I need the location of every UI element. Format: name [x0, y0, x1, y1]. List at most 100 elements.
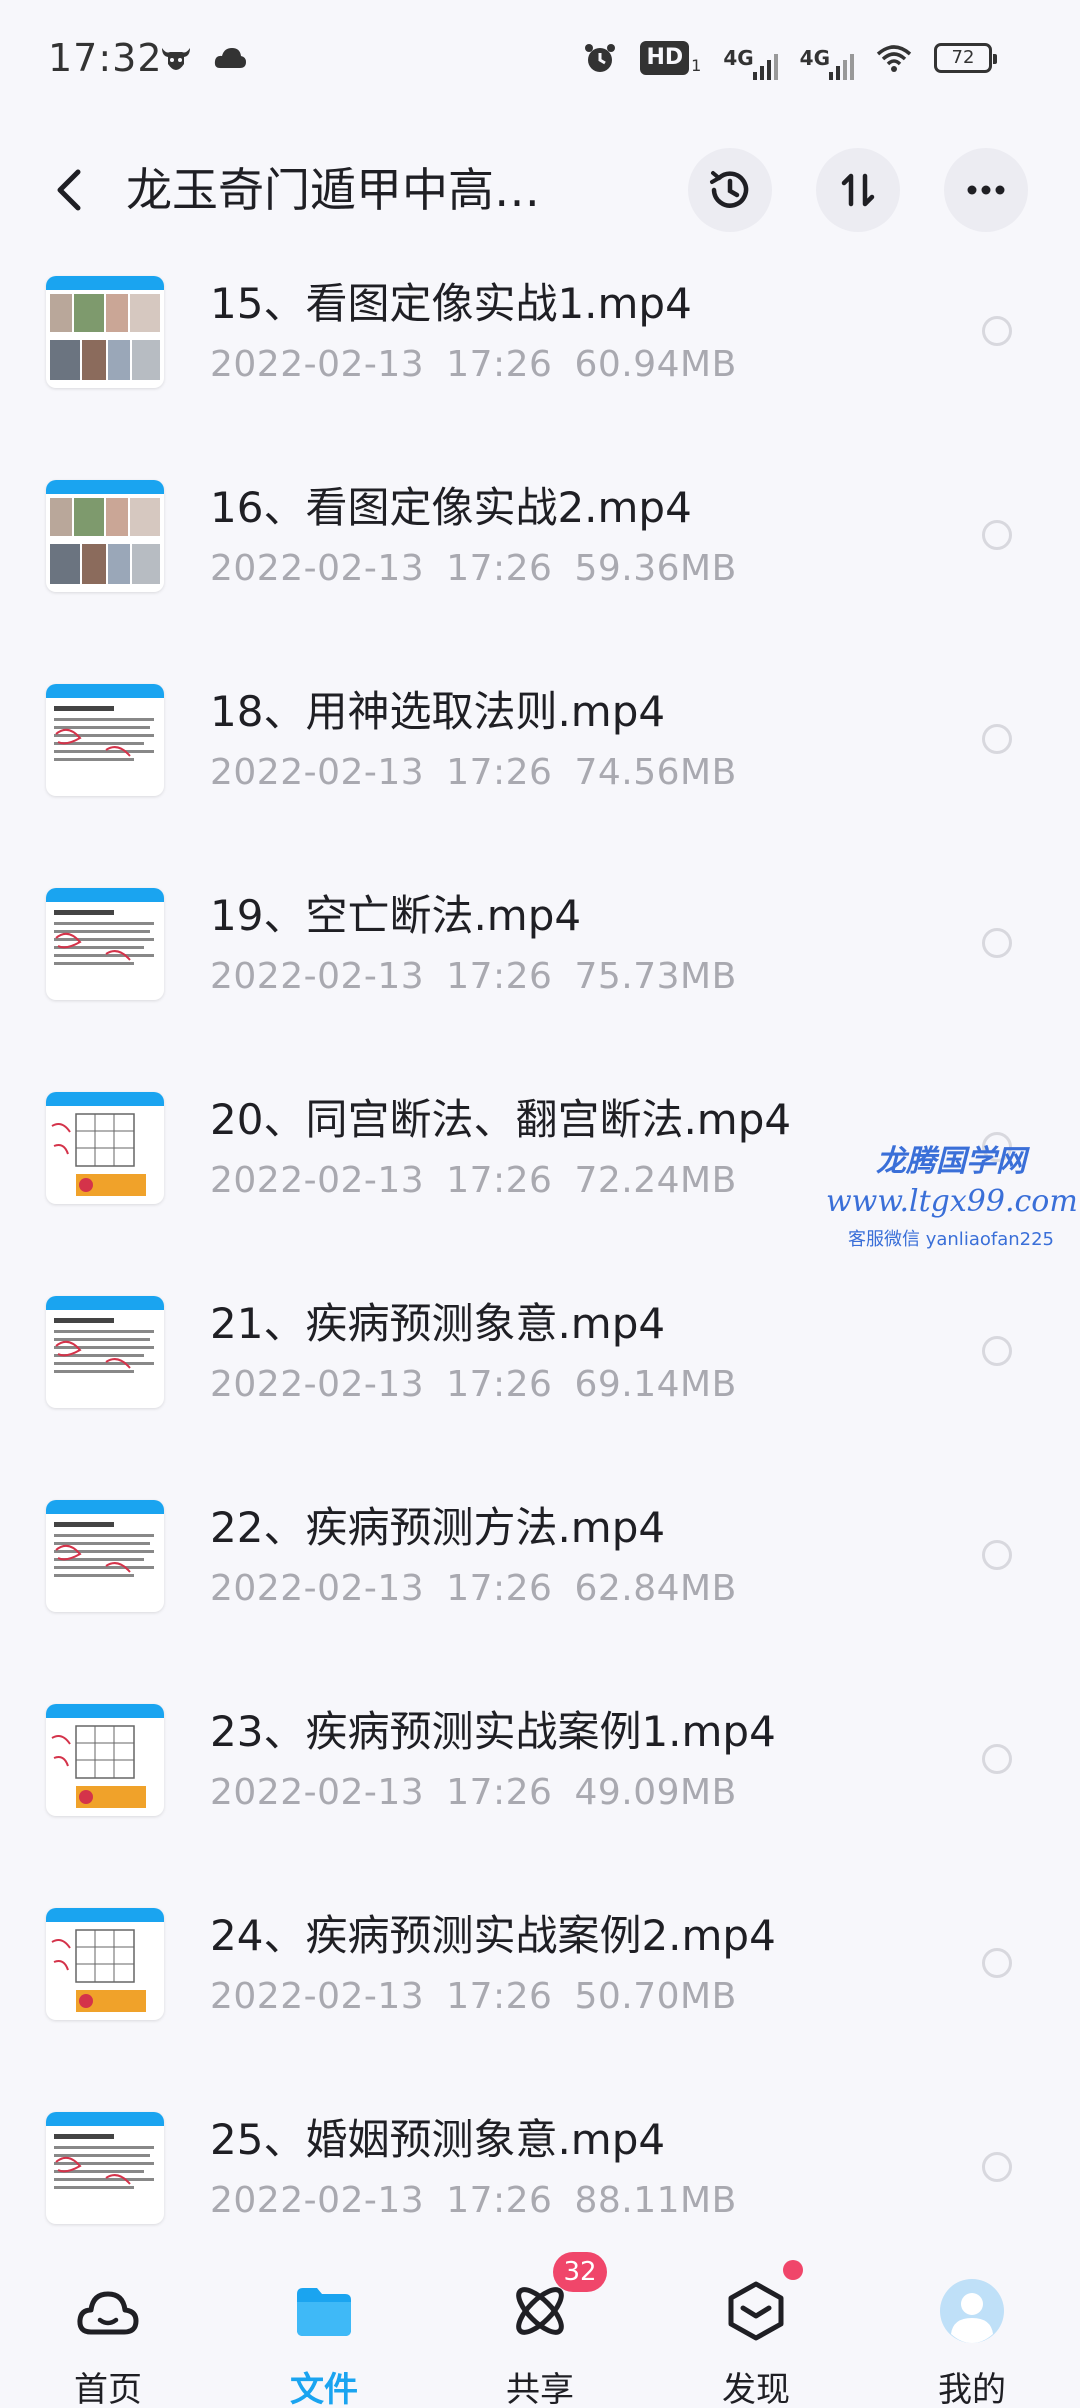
status-time: 17:32: [48, 36, 163, 80]
file-size: 69.14MB: [574, 1364, 737, 1405]
nav-share-label: 共享: [506, 2370, 574, 2408]
file-row[interactable]: 24、疾病预测实战案例2.mp4 2022-02-13 17:26 50.70MB: [0, 1898, 1080, 2102]
thumbnail-header: [46, 480, 164, 494]
select-radio[interactable]: [982, 1540, 1012, 1570]
select-radio[interactable]: [982, 1948, 1012, 1978]
nav-home[interactable]: 首页: [38, 2276, 178, 2408]
back-button[interactable]: [40, 160, 100, 220]
file-size: 49.09MB: [574, 1772, 737, 1813]
select-radio[interactable]: [982, 316, 1012, 346]
video-thumbnail[interactable]: [46, 480, 164, 592]
file-name[interactable]: 18、用神选取法则.mp4: [210, 684, 665, 740]
signal-4g-1: 4G: [723, 46, 778, 80]
select-radio[interactable]: [982, 520, 1012, 550]
more-icon: [967, 185, 1005, 195]
video-thumbnail[interactable]: [46, 2112, 164, 2224]
video-thumbnail[interactable]: [46, 1908, 164, 2020]
file-date: 2022-02-13: [210, 344, 425, 385]
file-row[interactable]: 15、看图定像实战1.mp4 2022-02-13 17:26 60.94MB: [0, 266, 1080, 470]
file-size: 60.94MB: [574, 344, 737, 385]
file-date: 2022-02-13: [210, 956, 425, 997]
file-size: 74.56MB: [574, 752, 737, 793]
file-name[interactable]: 19、空亡断法.mp4: [210, 888, 581, 944]
video-thumbnail[interactable]: [46, 888, 164, 1000]
file-row[interactable]: 23、疾病预测实战案例1.mp4 2022-02-13 17:26 49.09MB: [0, 1694, 1080, 1898]
file-name[interactable]: 25、婚姻预测象意.mp4: [210, 2112, 665, 2168]
file-list: 15、看图定像实战1.mp4 2022-02-13 17:26 60.94MB 16、看…: [0, 266, 1080, 2306]
signal-bars-icon: [829, 54, 854, 80]
file-row[interactable]: 16、看图定像实战2.mp4 2022-02-13 17:26 59.36MB: [0, 470, 1080, 674]
share-badge: 32: [553, 2252, 607, 2292]
net-type-1: 4G: [723, 46, 754, 70]
file-name[interactable]: 24、疾病预测实战案例2.mp4: [210, 1908, 776, 1964]
file-date: 2022-02-13: [210, 1364, 425, 1405]
file-date: 2022-02-13: [210, 1976, 425, 2017]
file-size: 62.84MB: [574, 1568, 737, 1609]
signal-4g-2: 4G: [800, 48, 854, 80]
file-row[interactable]: 21、疾病预测象意.mp4 2022-02-13 17:26 69.14MB: [0, 1286, 1080, 1490]
file-meta: 2022-02-13 17:26 49.09MB: [210, 1770, 737, 1816]
file-name[interactable]: 21、疾病预测象意.mp4: [210, 1296, 665, 1352]
thumbnail-header: [46, 1500, 164, 1514]
video-thumbnail[interactable]: [46, 684, 164, 796]
video-thumbnail[interactable]: [46, 1296, 164, 1408]
file-date: 2022-02-13: [210, 752, 425, 793]
file-meta: 2022-02-13 17:26 59.36MB: [210, 546, 737, 592]
more-button[interactable]: [944, 148, 1028, 232]
hd-indicator: HD 1: [640, 41, 701, 75]
thumbnail-header: [46, 2112, 164, 2126]
file-size: 75.73MB: [574, 956, 737, 997]
select-radio[interactable]: [982, 1744, 1012, 1774]
file-time: 17:26: [446, 1364, 553, 1405]
select-radio[interactable]: [982, 928, 1012, 958]
select-radio[interactable]: [982, 2152, 1012, 2182]
video-thumbnail[interactable]: [46, 1704, 164, 1816]
status-bar: 17:32 HD 1 4G 4G 72: [0, 0, 1080, 120]
file-time: 17:26: [446, 1772, 553, 1813]
file-meta: 2022-02-13 17:26 60.94MB: [210, 342, 737, 388]
nav-share[interactable]: 32 共享: [470, 2252, 610, 2408]
file-time: 17:26: [446, 1568, 553, 1609]
cloud-status-icon: [214, 48, 246, 68]
thumbnail-header: [46, 1092, 164, 1106]
thumbnail-header: [46, 1704, 164, 1718]
file-time: 17:26: [446, 1976, 553, 2017]
file-time: 17:26: [446, 956, 553, 997]
file-name[interactable]: 23、疾病预测实战案例1.mp4: [210, 1704, 776, 1760]
file-row[interactable]: 22、疾病预测方法.mp4 2022-02-13 17:26 62.84MB: [0, 1490, 1080, 1694]
file-meta: 2022-02-13 17:26 75.73MB: [210, 954, 737, 1000]
file-date: 2022-02-13: [210, 1568, 425, 1609]
watermark-contact: 客服微信 yanliaofan225: [848, 1229, 1054, 1250]
select-radio[interactable]: [982, 724, 1012, 754]
thumbnail-header: [46, 888, 164, 902]
alarm-icon: [585, 44, 616, 72]
file-meta: 2022-02-13 17:26 74.56MB: [210, 750, 737, 796]
nav-me[interactable]: 我的: [902, 2276, 1042, 2408]
thumbnail-header: [46, 276, 164, 290]
file-size: 72.24MB: [574, 1160, 737, 1201]
video-thumbnail[interactable]: [46, 1500, 164, 1612]
file-time: 17:26: [446, 344, 553, 385]
select-radio[interactable]: [982, 1336, 1012, 1366]
video-thumbnail[interactable]: [46, 1092, 164, 1204]
thumbnail-header: [46, 1296, 164, 1310]
hd-badge: HD: [640, 41, 690, 75]
sort-icon: [841, 173, 875, 207]
sort-button[interactable]: [816, 148, 900, 232]
file-size: 50.70MB: [574, 1976, 737, 2017]
video-thumbnail[interactable]: [46, 276, 164, 388]
file-name[interactable]: 15、看图定像实战1.mp4: [210, 276, 692, 332]
history-icon: [710, 171, 749, 208]
file-name[interactable]: 16、看图定像实战2.mp4: [210, 480, 692, 536]
status-right-icons: HD 1 4G 4G 72: [582, 40, 997, 80]
nav-me-label: 我的: [938, 2370, 1006, 2408]
history-button[interactable]: [688, 148, 772, 232]
file-name[interactable]: 20、同宫断法、翻宫断法.mp4: [210, 1092, 791, 1148]
thumbnail-header: [46, 1908, 164, 1922]
thumbnail-header: [46, 684, 164, 698]
nav-discover[interactable]: 发现: [686, 2260, 826, 2408]
file-row[interactable]: 18、用神选取法则.mp4 2022-02-13 17:26 74.56MB: [0, 674, 1080, 878]
nav-files[interactable]: 文件: [254, 2276, 394, 2408]
file-name[interactable]: 22、疾病预测方法.mp4: [210, 1500, 665, 1556]
file-row[interactable]: 19、空亡断法.mp4 2022-02-13 17:26 75.73MB: [0, 878, 1080, 1082]
